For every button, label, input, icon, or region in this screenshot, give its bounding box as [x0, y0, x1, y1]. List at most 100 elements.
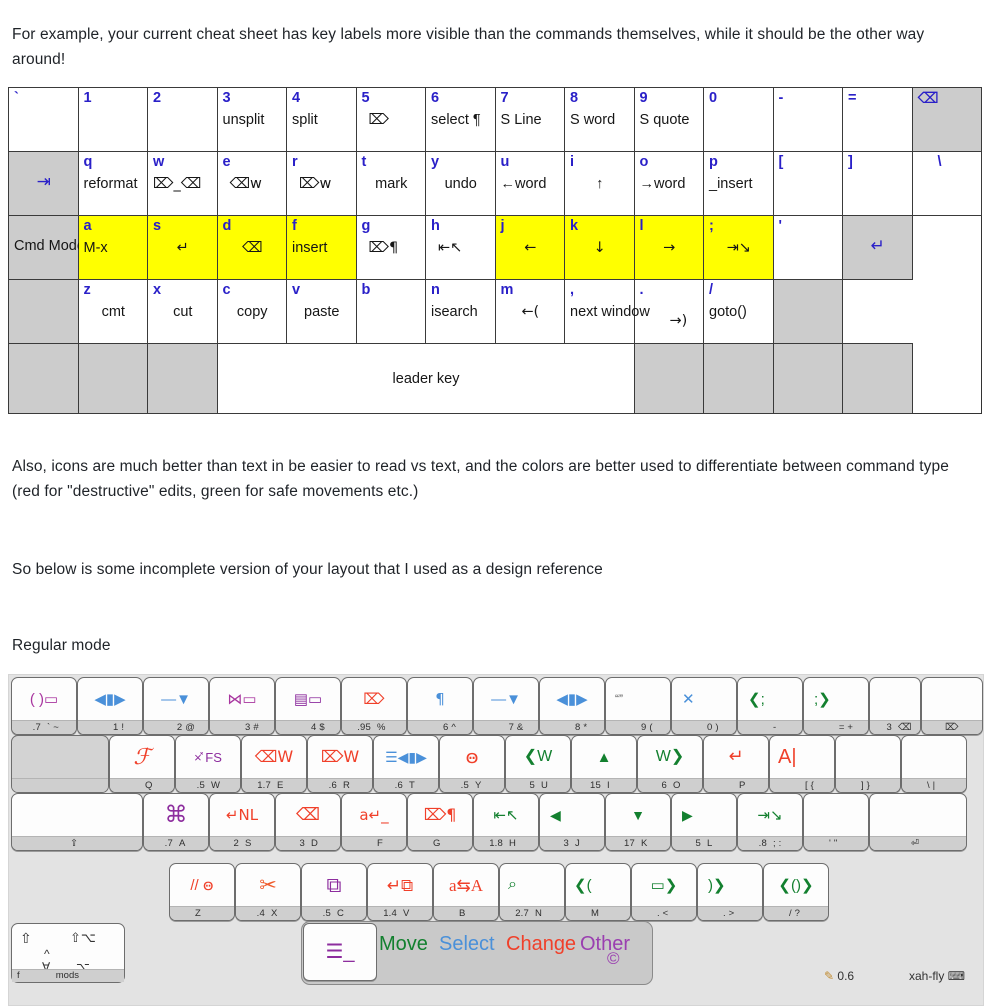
xkey-1[interactable]: ◀▮▶ 1 ! — [77, 676, 143, 735]
cell-key-a[interactable]: a M-x — [77, 215, 148, 281]
xkey-w[interactable]: ×̽ FS .5 W — [175, 734, 241, 793]
xkey-4[interactable]: ▤▭ 4 $ — [275, 676, 341, 735]
cell-key-o[interactable]: o →word — [633, 151, 704, 217]
xkey-l[interactable]: ▶ 5 L — [671, 792, 737, 851]
xkey-r[interactable]: ⌦W .6 R — [307, 734, 373, 793]
xkey-backtick[interactable]: ( )▭ .7 ` ~ — [11, 676, 77, 735]
cell-key-space-leader[interactable]: leader key — [216, 343, 635, 415]
xkey-lbracket[interactable]: A| [ { — [769, 734, 835, 793]
xkey-p[interactable]: ↵ P — [703, 734, 769, 793]
cell-key-1[interactable]: 1 — [77, 87, 148, 153]
cell-key-v[interactable]: v paste — [286, 279, 357, 345]
cell-key-meta-left[interactable] — [77, 343, 148, 415]
xkey-h[interactable]: ⇤↖ 1.8 H — [473, 792, 539, 851]
cell-key-ctrl-right[interactable] — [842, 343, 913, 415]
xkey-quote[interactable]: ' " — [803, 792, 869, 851]
xkey-y[interactable]: ꙫ .5 Y — [439, 734, 505, 793]
xkey-0[interactable]: ✕ 0 ) — [671, 676, 737, 735]
xkey-9[interactable]: “” 9 ( — [605, 676, 671, 735]
cell-key-semicolon[interactable]: ; ⇥↘ — [703, 215, 774, 281]
cell-key-tab[interactable]: ⇥ — [8, 151, 79, 217]
cell-key-comma[interactable]: , next window — [564, 279, 650, 345]
xkey-u[interactable]: ❮W 5 U — [505, 734, 571, 793]
xkey-j[interactable]: ◀ 3 J — [539, 792, 605, 851]
xkey-slash[interactable]: ❮()❯ / ? — [763, 862, 829, 921]
xkey-e[interactable]: ⌫W 1.7 E — [241, 734, 307, 793]
cell-key-f[interactable]: f insert — [286, 215, 357, 281]
cell-key-9[interactable]: 9 S quote — [633, 87, 704, 153]
xkey-x[interactable]: ✂ .4 X — [235, 862, 301, 921]
xkey-n[interactable]: ⌕ 2.7 N — [499, 862, 565, 921]
xkey-3[interactable]: ⋈▭ 3 # — [209, 676, 275, 735]
xkey-c[interactable]: ⧉ .5 C — [301, 862, 367, 921]
xkey-rbracket[interactable]: ] } — [835, 734, 901, 793]
cell-key-7[interactable]: 7 S Line — [494, 87, 565, 153]
cell-key-c[interactable]: c copy — [216, 279, 287, 345]
xkey-minus[interactable]: ❮; - — [737, 676, 803, 735]
cell-key-n[interactable]: n isearch — [425, 279, 496, 345]
xkey-backslash[interactable]: \ | — [901, 734, 967, 793]
cell-key-r[interactable]: r ⌦w — [286, 151, 357, 217]
cell-key-s[interactable]: s ↵ — [147, 215, 218, 281]
cell-key-alt-right[interactable] — [633, 343, 704, 415]
cell-key-shift-left[interactable] — [8, 279, 79, 345]
cell-key-y[interactable]: y undo — [425, 151, 496, 217]
cell-key-equal[interactable]: = — [842, 87, 913, 153]
cell-key-z[interactable]: z cmt — [77, 279, 148, 345]
cell-key-3[interactable]: 3 unsplit — [216, 87, 287, 153]
cell-key-j[interactable]: j ← — [494, 215, 565, 281]
xkey-b[interactable]: a⇆A B — [433, 862, 499, 921]
xkey-2[interactable]: —▼ 2 @ — [143, 676, 209, 735]
cell-key-5[interactable]: 5 ⌦ — [355, 87, 426, 153]
cell-key-e[interactable]: e ⌫w — [216, 151, 287, 217]
cell-key-shift-right[interactable] — [772, 279, 843, 345]
cell-key-rbracket[interactable]: ] — [842, 151, 913, 217]
cell-key-cmd-mode[interactable]: Cmd Mode — [8, 215, 85, 281]
xkey-z[interactable]: // ꙫ Z — [169, 862, 235, 921]
xkey-a[interactable]: ⌘ .7 A — [143, 792, 209, 851]
cell-key-backslash[interactable]: \ — [911, 151, 982, 217]
xkey-space[interactable]: ☰_ — [303, 922, 377, 981]
xkey-return[interactable]: ⏎ — [869, 792, 967, 851]
xkey-8[interactable]: ◀▮▶ 8 * — [539, 676, 605, 735]
cell-key-6[interactable]: 6 select ¶ — [425, 87, 496, 153]
xkey-7[interactable]: —▼ 7 & — [473, 676, 539, 735]
cell-key-fn[interactable] — [772, 343, 843, 415]
mods-block[interactable]: ⇧ ⇧⌥ ^ ∀ ⌥ f mods — [11, 922, 125, 983]
cell-key-w[interactable]: w ⌦_⌫ — [147, 151, 218, 217]
cell-key-l[interactable]: l → — [633, 215, 704, 281]
xkey-o[interactable]: W❯ 6 O — [637, 734, 703, 793]
xkey-backspace[interactable]: 3 ⌫ — [869, 676, 921, 735]
xkey-tab[interactable] — [11, 734, 109, 793]
cell-key-p[interactable]: p _insert — [703, 151, 774, 217]
xkey-f[interactable]: a↵_ F — [341, 792, 407, 851]
cell-key-ctrl-left[interactable] — [8, 343, 79, 415]
xkey-delete[interactable]: ⌦ — [921, 676, 983, 735]
xkey-i[interactable]: ▲ 15 I — [571, 734, 637, 793]
cell-key-x[interactable]: x cut — [147, 279, 218, 345]
cell-key-q[interactable]: q reformat — [77, 151, 148, 217]
xkey-m[interactable]: ❮( M — [565, 862, 631, 921]
cell-key-minus[interactable]: - — [772, 87, 843, 153]
cell-key-lbracket[interactable]: [ — [772, 151, 843, 217]
cell-key-d[interactable]: d ⌫ — [216, 215, 287, 281]
cell-key-backtick[interactable]: ` — [8, 87, 79, 153]
xkey-g[interactable]: ⌦¶ G — [407, 792, 473, 851]
cell-key-h[interactable]: h ⇤↖ — [425, 215, 496, 281]
cell-key-t[interactable]: t mark — [355, 151, 426, 217]
xkey-equal[interactable]: ;❯ = + — [803, 676, 869, 735]
cell-key-8[interactable]: 8 S word — [564, 87, 635, 153]
cell-key-u[interactable]: u ←word — [494, 151, 565, 217]
xkey-t[interactable]: ☰◀▮▶ .6 T — [373, 734, 439, 793]
cell-key-backspace[interactable]: ⌫ — [911, 87, 982, 153]
cell-key-quote[interactable]: ' — [772, 215, 843, 281]
cell-key-m[interactable]: m ←( — [494, 279, 565, 345]
xkey-q[interactable]: ℱ Q — [109, 734, 175, 793]
cell-key-2[interactable]: 2 — [147, 87, 218, 153]
xkey-6[interactable]: ¶ 6 ^ — [407, 676, 473, 735]
cell-key-meta-right[interactable] — [703, 343, 774, 415]
xkey-k[interactable]: ▼ 17 K — [605, 792, 671, 851]
cell-key-4[interactable]: 4 split — [286, 87, 357, 153]
cell-key-k[interactable]: k ↓ — [564, 215, 635, 281]
xkey-capslock[interactable]: ⇪ — [11, 792, 143, 851]
